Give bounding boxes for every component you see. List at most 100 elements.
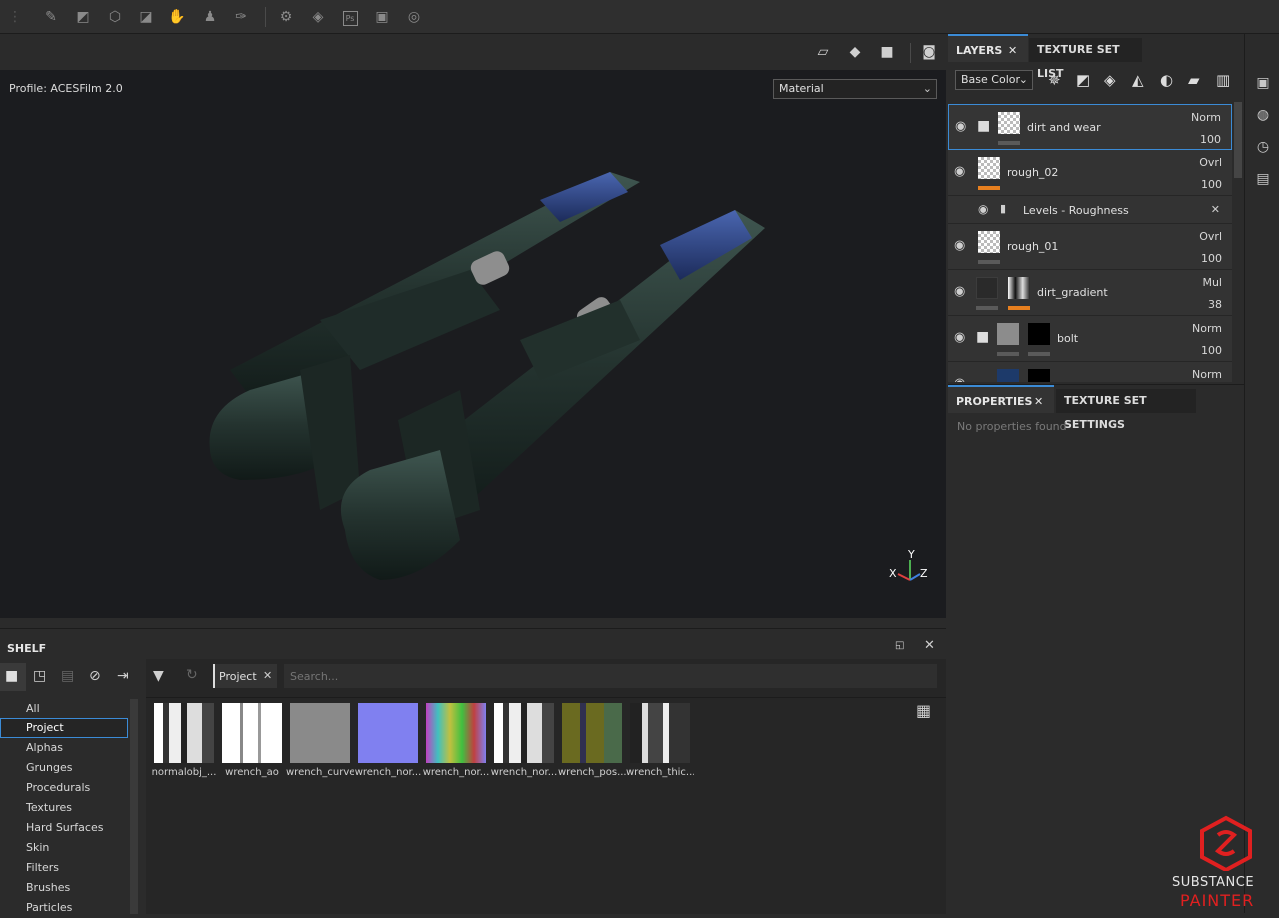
thumb-wrench-position[interactable] bbox=[562, 703, 622, 763]
layer-dirt-gradient[interactable]: ◉ dirt_gradient Mul 38 bbox=[948, 270, 1232, 316]
add-mask-icon[interactable]: ◩ bbox=[1076, 71, 1090, 89]
add-effect-icon[interactable]: ◐ bbox=[1160, 71, 1173, 89]
3d-viewport[interactable]: Profile: ACESFilm 2.0 Material ⌄ Y X Z bbox=[0, 70, 946, 618]
remove-effect-icon[interactable]: ✕ bbox=[1211, 203, 1220, 216]
environment-icon[interactable]: ◍ bbox=[1254, 106, 1272, 124]
axis-gizmo bbox=[897, 560, 921, 581]
layer-opacity[interactable]: 100 bbox=[1200, 133, 1221, 146]
category-grunges[interactable]: Grunges bbox=[0, 758, 128, 778]
bake-icon[interactable]: ◈ bbox=[307, 6, 329, 28]
tab-texture-set-settings[interactable]: TEXTURE SET SETTINGS bbox=[1056, 389, 1196, 431]
thumb-normalobj[interactable] bbox=[154, 703, 214, 763]
layer-opacity[interactable]: 100 bbox=[1201, 252, 1222, 265]
camera-icon[interactable]: ■ bbox=[876, 41, 898, 63]
eye-icon[interactable]: ◉ bbox=[954, 330, 965, 345]
layer-mask-bar bbox=[998, 141, 1020, 145]
substance-icon[interactable]: ◎ bbox=[403, 6, 425, 28]
shelf-close-icon[interactable]: ✕ bbox=[924, 638, 935, 653]
layer-blend-mode[interactable]: Mul bbox=[1202, 276, 1222, 289]
color-picker-icon[interactable]: ✑ bbox=[230, 6, 252, 28]
add-folder-icon[interactable]: ▰ bbox=[1188, 71, 1200, 89]
layer-blend-mode[interactable]: Ovrl bbox=[1199, 156, 1222, 169]
category-hard-surfaces[interactable]: Hard Surfaces bbox=[0, 818, 128, 838]
effect-levels-roughness[interactable]: ◉ ▮ Levels - Roughness ✕ bbox=[948, 196, 1232, 224]
category-skin[interactable]: Skin bbox=[0, 838, 128, 858]
layer-blend-mode[interactable]: Norm bbox=[1192, 322, 1222, 335]
log-icon[interactable]: ▤ bbox=[1254, 170, 1272, 188]
add-fill-layer-icon[interactable]: ◭ bbox=[1132, 71, 1144, 89]
grid-view-icon[interactable]: ▦ bbox=[916, 701, 931, 720]
tab-texture-set-list[interactable]: TEXTURE SET LIST bbox=[1029, 38, 1142, 80]
display-settings-icon[interactable]: ▣ bbox=[1254, 74, 1272, 92]
delete-icon[interactable]: ▥ bbox=[1216, 71, 1230, 89]
layer-blend-mode[interactable]: Ovrl bbox=[1199, 230, 1222, 243]
eraser-icon[interactable]: ◩ bbox=[72, 6, 94, 28]
eye-icon[interactable]: ◉ bbox=[978, 202, 988, 216]
clone-icon[interactable]: ♟ bbox=[199, 6, 221, 28]
new-resource-icon[interactable]: ◳ bbox=[33, 668, 46, 684]
tab-layers-label: LAYERS bbox=[956, 44, 1003, 57]
thumb-wrench-normal-2[interactable] bbox=[426, 703, 486, 763]
viewport-2d-icon[interactable]: ▱ bbox=[812, 41, 834, 63]
category-scrollbar[interactable] bbox=[130, 699, 138, 914]
project-filter-label: Project bbox=[219, 670, 257, 683]
layer-opacity[interactable]: 100 bbox=[1201, 178, 1222, 191]
close-icon[interactable]: ✕ bbox=[1008, 36, 1017, 66]
magic-wand-icon[interactable]: ✵ bbox=[1048, 71, 1061, 89]
polygon-fill-icon[interactable]: ◪ bbox=[135, 6, 157, 28]
eye-icon[interactable]: ◉ bbox=[955, 119, 966, 134]
save-icon[interactable]: ▤ bbox=[61, 668, 74, 684]
category-textures[interactable]: Textures bbox=[0, 798, 128, 818]
refresh-icon[interactable]: ↻ bbox=[186, 667, 198, 683]
shelf-folder-button[interactable]: ■ bbox=[0, 663, 26, 691]
eye-icon[interactable]: ◉ bbox=[954, 284, 965, 299]
thumb-wrench-curve[interactable] bbox=[290, 703, 350, 763]
project-filter-tag[interactable]: Project ✕ bbox=[213, 664, 277, 688]
logo-line2: PAINTER bbox=[1180, 891, 1255, 910]
screenshot-icon[interactable]: ◙ bbox=[918, 41, 940, 63]
import-icon[interactable]: ⇥ bbox=[117, 668, 129, 684]
shelf-search-input[interactable] bbox=[284, 664, 937, 688]
layer-list-scrollbar[interactable] bbox=[1234, 102, 1242, 178]
hide-icon[interactable]: ⊘ bbox=[89, 668, 101, 684]
category-particles[interactable]: Particles bbox=[0, 898, 128, 918]
category-procedurals[interactable]: Procedurals bbox=[0, 778, 128, 798]
layer-partial[interactable]: ◉ Norm bbox=[948, 362, 1232, 382]
tab-properties[interactable]: PROPERTIES ✕ bbox=[948, 385, 1054, 413]
thumb-wrench-normal-1[interactable] bbox=[358, 703, 418, 763]
layer-opacity[interactable]: 38 bbox=[1208, 298, 1222, 311]
layer-rough-02[interactable]: ◉ rough_02 Ovrl 100 bbox=[948, 150, 1232, 196]
close-icon[interactable]: ✕ bbox=[1034, 387, 1043, 417]
channel-select[interactable]: Base Color ⌄ bbox=[955, 70, 1033, 90]
layer-dirt-and-wear[interactable]: ◉ ■ dirt and wear Norm 100 bbox=[948, 104, 1232, 150]
category-brushes[interactable]: Brushes bbox=[0, 878, 128, 898]
category-project[interactable]: Project bbox=[0, 718, 128, 738]
settings-icon[interactable]: ⚙ bbox=[275, 6, 297, 28]
filter-icon[interactable]: ▼ bbox=[153, 668, 164, 684]
export-icon[interactable]: ▣ bbox=[371, 6, 393, 28]
eye-icon[interactable]: ◉ bbox=[954, 376, 965, 382]
viewport-3d-icon[interactable]: ◆ bbox=[844, 41, 866, 63]
eye-icon[interactable]: ◉ bbox=[954, 164, 965, 179]
shelf-undock-icon[interactable]: ◱ bbox=[895, 640, 904, 651]
tab-layers[interactable]: LAYERS ✕ bbox=[948, 34, 1028, 62]
thumb-wrench-thickness[interactable] bbox=[630, 703, 690, 763]
eye-icon[interactable]: ◉ bbox=[954, 238, 965, 253]
brush-icon[interactable]: ✎ bbox=[40, 6, 62, 28]
layer-opacity[interactable]: 100 bbox=[1201, 344, 1222, 357]
category-alphas[interactable]: Alphas bbox=[0, 738, 128, 758]
photoshop-icon[interactable]: Ps bbox=[339, 6, 361, 28]
category-all[interactable]: All bbox=[0, 699, 128, 719]
projection-icon[interactable]: ⬡ bbox=[104, 6, 126, 28]
smudge-icon[interactable]: ✋ bbox=[166, 6, 188, 28]
thumb-wrench-ao[interactable] bbox=[222, 703, 282, 763]
layer-blend-mode[interactable]: Norm bbox=[1192, 368, 1222, 381]
add-layer-icon[interactable]: ◈ bbox=[1104, 71, 1116, 89]
layer-rough-01[interactable]: ◉ rough_01 Ovrl 100 bbox=[948, 224, 1232, 270]
category-filters[interactable]: Filters bbox=[0, 858, 128, 878]
history-icon[interactable]: ◷ bbox=[1254, 138, 1272, 156]
layer-bolt[interactable]: ◉ ■ bolt Norm 100 bbox=[948, 316, 1232, 362]
remove-filter-icon[interactable]: ✕ bbox=[263, 669, 272, 682]
thumb-wrench-normal-3[interactable] bbox=[494, 703, 554, 763]
layer-blend-mode[interactable]: Norm bbox=[1191, 111, 1221, 124]
